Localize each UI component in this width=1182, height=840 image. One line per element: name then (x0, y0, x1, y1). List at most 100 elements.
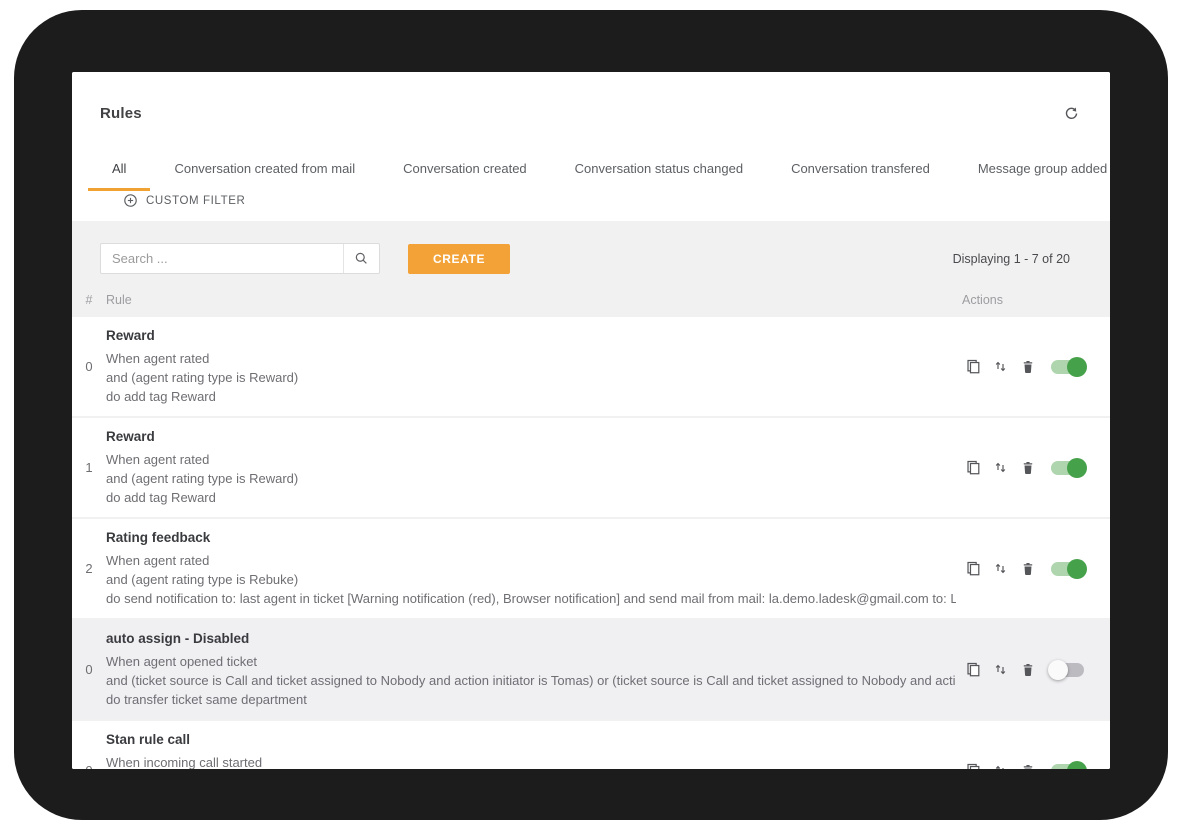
rule-description: When agent ratedand (agent rating type i… (106, 551, 956, 608)
rule-actions (960, 418, 1110, 517)
reorder-icon (993, 561, 1008, 576)
rule-condition-line: and (ticket source is Call and ticket as… (106, 671, 956, 690)
reorder-button[interactable] (987, 757, 1014, 770)
search-icon (354, 251, 369, 266)
column-index: # (72, 293, 106, 307)
rule-row: 0 Reward When agent ratedand (agent rati… (72, 317, 1110, 418)
tab-label: Conversation created from mail (174, 161, 355, 176)
enable-toggle[interactable] (1051, 663, 1084, 677)
tab-label: Conversation status changed (575, 161, 743, 176)
rule-title: Stan rule call (106, 731, 956, 749)
custom-filter-label: CUSTOM FILTER (146, 195, 245, 207)
enable-toggle[interactable] (1051, 562, 1084, 576)
tab-label: Conversation created (403, 161, 527, 176)
rule-row: 2 Rating feedback When agent ratedand (a… (72, 519, 1110, 620)
custom-filter-button[interactable]: CUSTOM FILTER (123, 193, 1110, 208)
delete-button[interactable] (1014, 353, 1041, 381)
rule-summary: Reward When agent ratedand (agent rating… (106, 317, 960, 416)
tab[interactable]: Conversation transfered (767, 150, 954, 191)
reorder-button[interactable] (987, 454, 1014, 482)
delete-button[interactable] (1014, 757, 1041, 770)
enable-toggle[interactable] (1051, 360, 1084, 374)
reorder-button[interactable] (987, 555, 1014, 583)
trash-icon (1020, 460, 1036, 476)
rule-condition-line: When agent rated (106, 450, 956, 469)
rule-condition-line: do send notification to: last agent in t… (106, 589, 956, 608)
tab[interactable]: All (88, 150, 150, 191)
toggle-knob (1067, 357, 1087, 377)
column-actions: Actions (960, 293, 1110, 307)
copy-button[interactable] (960, 555, 987, 583)
refresh-icon (1063, 105, 1080, 122)
rule-order-number: 1 (72, 418, 106, 517)
rule-condition-line: and (agent rating type is Rebuke) (106, 570, 956, 589)
tab[interactable]: Conversation created from mail (150, 150, 379, 191)
rule-order-number: 2 (72, 519, 106, 618)
rule-condition-line: do transfer ticket same department (106, 690, 956, 709)
tab[interactable]: Conversation status changed (551, 150, 767, 191)
toggle-knob (1067, 559, 1087, 579)
rule-title: auto assign - Disabled (106, 630, 956, 648)
rule-condition-line: When agent rated (106, 551, 956, 570)
create-button[interactable]: CREATE (408, 244, 510, 274)
rule-summary: Reward When agent ratedand (agent rating… (106, 418, 960, 517)
refresh-button[interactable] (1060, 102, 1082, 124)
copy-icon (965, 459, 982, 476)
rule-condition-line: and (agent rating type is Reward) (106, 469, 956, 488)
tab-label: Conversation transfered (791, 161, 930, 176)
copy-button[interactable] (960, 454, 987, 482)
search-input[interactable] (101, 244, 343, 273)
reorder-button[interactable] (987, 353, 1014, 381)
delete-button[interactable] (1014, 555, 1041, 583)
enable-toggle[interactable] (1051, 764, 1084, 770)
page-title: Rules (100, 105, 142, 122)
copy-button[interactable] (960, 656, 987, 684)
rule-description: When incoming call startedand (to number… (106, 753, 956, 769)
rule-summary: auto assign - Disabled When agent opened… (106, 620, 960, 719)
copy-icon (965, 661, 982, 678)
toggle-knob (1067, 761, 1087, 770)
delete-button[interactable] (1014, 656, 1041, 684)
copy-icon (965, 762, 982, 769)
copy-icon (965, 358, 982, 375)
rule-condition-line: When incoming call started (106, 753, 956, 769)
rule-row: 0 Stan rule call When incoming call star… (72, 721, 1110, 769)
rule-title: Reward (106, 428, 956, 446)
rule-summary: Stan rule call When incoming call starte… (106, 721, 960, 769)
trash-icon (1020, 561, 1036, 577)
rule-description: When agent ratedand (agent rating type i… (106, 349, 956, 406)
rule-condition-line: and (agent rating type is Reward) (106, 368, 956, 387)
copy-icon (965, 560, 982, 577)
table-header: # Rule Actions (72, 274, 1110, 317)
reorder-icon (993, 763, 1008, 769)
rule-order-number: 0 (72, 317, 106, 416)
rule-condition-line: do add tag Reward (106, 387, 956, 406)
toggle-knob (1048, 660, 1068, 680)
reorder-icon (993, 460, 1008, 475)
toggle-knob (1067, 458, 1087, 478)
rule-description: When agent ratedand (agent rating type i… (106, 450, 956, 507)
tab[interactable]: Conversation created (379, 150, 551, 191)
rule-actions (960, 620, 1110, 719)
panel-header: Rules All Conversation created from mail C… (72, 72, 1110, 208)
rule-title: Reward (106, 327, 956, 345)
tab[interactable]: Message group added (954, 150, 1110, 191)
delete-button[interactable] (1014, 454, 1041, 482)
tab-label: All (112, 161, 126, 176)
copy-button[interactable] (960, 757, 987, 770)
circle-plus-icon (123, 193, 138, 208)
reorder-button[interactable] (987, 656, 1014, 684)
reorder-icon (993, 359, 1008, 374)
search-group (100, 243, 380, 274)
pagination-status: Displaying 1 - 7 of 20 (953, 252, 1070, 266)
rules-list-area: CREATE Displaying 1 - 7 of 20 # Rule Act… (72, 221, 1110, 769)
copy-button[interactable] (960, 353, 987, 381)
rule-order-number: 0 (72, 721, 106, 769)
rule-condition-line: When agent opened ticket (106, 652, 956, 671)
enable-toggle[interactable] (1051, 461, 1084, 475)
column-rule: Rule (106, 293, 960, 307)
rule-title: Rating feedback (106, 529, 956, 547)
rule-summary: Rating feedback When agent ratedand (age… (106, 519, 960, 618)
search-button[interactable] (343, 244, 379, 273)
rule-description: When agent opened ticketand (ticket sour… (106, 652, 956, 709)
